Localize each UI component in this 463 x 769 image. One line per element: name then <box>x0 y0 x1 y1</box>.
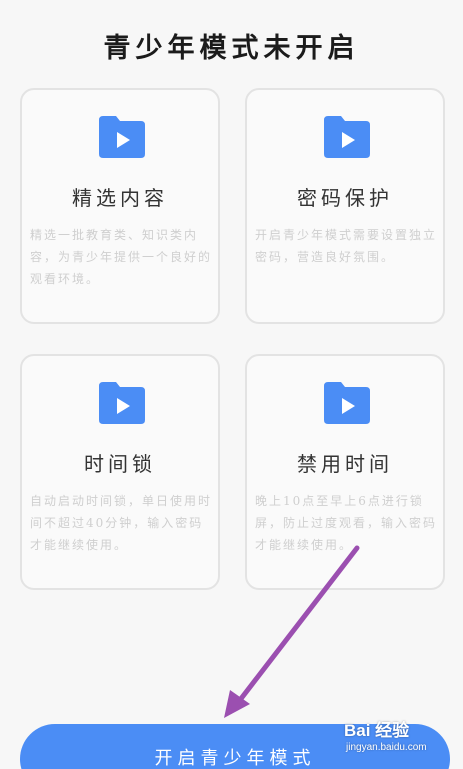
folder-play-icon <box>99 116 145 158</box>
feature-card-time-lock: 时间锁 自动启动时间锁，单日使用时间不超过40分钟，输入密码才能继续使用。 <box>20 354 220 590</box>
card-description: 精选一批教育类、知识类内容，为青少年提供一个良好的观看环境。 <box>30 228 213 286</box>
card-title: 密码保护 <box>297 186 393 210</box>
card-title: 精选内容 <box>72 186 168 210</box>
card-title: 禁用时间 <box>297 452 393 476</box>
card-description: 自动启动时间锁，单日使用时间不超过40分钟，输入密码才能继续使用。 <box>30 494 213 552</box>
folder-play-icon <box>324 382 370 424</box>
card-description: 开启青少年模式需要设置独立密码，营造良好氛围。 <box>255 228 438 264</box>
teen-mode-page: 青少年模式未开启 精选内容 精选一批教育类、知识类内容，为青少年提供一个良好的观… <box>0 0 463 769</box>
watermark-logo: Bai 经验 <box>344 721 410 740</box>
feature-card-curated-content: 精选内容 精选一批教育类、知识类内容，为青少年提供一个良好的观看环境。 <box>20 88 220 324</box>
page-title: 青少年模式未开启 <box>103 33 360 64</box>
feature-card-disabled-time: 禁用时间 晚上10点至早上6点进行锁屏，防止过度观看，输入密码才能继续使用。 <box>245 354 445 590</box>
feature-card-password-protection: 密码保护 开启青少年模式需要设置独立密码，营造良好氛围。 <box>245 88 445 324</box>
folder-play-icon <box>99 382 145 424</box>
card-title: 时间锁 <box>84 452 156 476</box>
baidu-jingyan-watermark: Bai 经验 jingyan.baidu.com <box>344 716 459 766</box>
watermark-url: jingyan.baidu.com <box>346 742 427 753</box>
card-description: 晚上10点至早上6点进行锁屏，防止过度观看，输入密码才能继续使用。 <box>255 494 438 552</box>
folder-play-icon <box>324 116 370 158</box>
